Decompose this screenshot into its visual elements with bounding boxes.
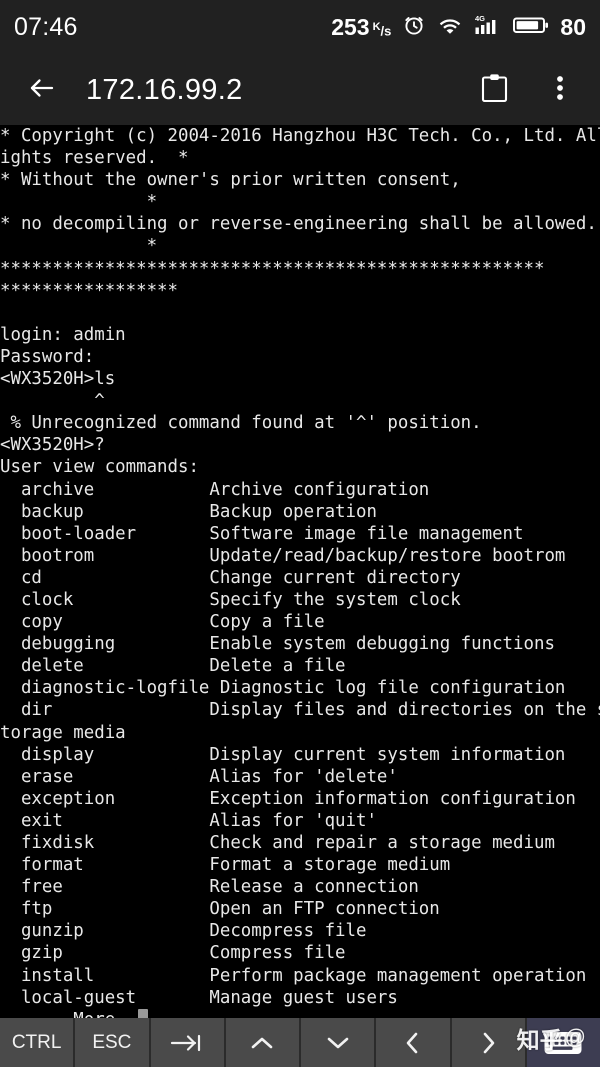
terminal-line: local-guest Manage guest users (0, 987, 398, 1008)
esc-key-label: ESC (92, 1031, 132, 1053)
terminal-line: exception Exception information configur… (0, 788, 576, 809)
arrow-left-key[interactable] (376, 1018, 450, 1067)
ctrl-key[interactable]: CTRL (0, 1018, 74, 1067)
terminal-line: * (0, 236, 158, 257)
network-rate-value: 253 (331, 14, 370, 40)
terminal-line: clock Specify the system clock (0, 589, 461, 610)
terminal-line: backup Backup operation (0, 501, 377, 522)
status-indicators: 253 K/s 4G 80 (331, 13, 586, 42)
overflow-menu-icon (556, 73, 564, 108)
terminal-line: dir Display files and directories on the… (0, 700, 600, 721)
terminal-line: gunzip Decompress file (0, 921, 367, 942)
status-clock: 07:46 (14, 13, 78, 41)
terminal-line: cd Change current directory (0, 567, 461, 588)
terminal-line: ^ (0, 391, 105, 412)
terminal-app-screen: 07:46 253 K/s 4G 80 172.16.99.2 * Copyri… (0, 0, 600, 1067)
app-bar: 172.16.99.2 (0, 55, 600, 125)
chevron-left-icon (401, 1030, 425, 1056)
signal-4g-icon: 4G (474, 13, 502, 42)
network-rate-unit-top: K (372, 20, 381, 33)
terminal-line: boot-loader Software image file manageme… (0, 523, 524, 544)
network-rate-indicator: 253 K/s (331, 14, 391, 41)
terminal-line: free Release a connection (0, 877, 419, 898)
key-toolbar: CTRL ESC (0, 1018, 600, 1067)
alarm-clock-icon (402, 13, 426, 42)
terminal-line: * (0, 192, 158, 213)
terminal-line: delete Delete a file (0, 656, 346, 677)
terminal-line: <WX3520H>? (0, 435, 105, 456)
terminal-output[interactable]: * Copyright (c) 2004-2016 Hangzhou H3C T… (0, 125, 600, 1067)
esc-key[interactable]: ESC (75, 1018, 149, 1067)
terminal-line: install Perform package management opera… (0, 965, 587, 986)
terminal-line: ****************************************… (0, 258, 545, 279)
arrow-right-key[interactable] (451, 1018, 525, 1067)
terminal-line: erase Alias for 'delete' (0, 766, 398, 787)
terminal-line: ftp Open an FTP connection (0, 899, 440, 920)
tab-arrow-icon (167, 1031, 207, 1055)
terminal-line: <WX3520H>ls (0, 369, 116, 390)
ctrl-key-label: CTRL (11, 1031, 62, 1053)
tab-key[interactable] (150, 1018, 224, 1067)
terminal-line: gzip Compress file (0, 943, 346, 964)
terminal-line: Password: (0, 346, 95, 367)
terminal-line: display Display current system informati… (0, 744, 566, 765)
chevron-down-icon (323, 1031, 353, 1055)
keyboard-icon (543, 1028, 583, 1058)
app-bar-actions (474, 68, 580, 112)
chevron-up-icon (247, 1031, 277, 1055)
battery-level-label: 80 (560, 14, 586, 40)
overflow-menu-button[interactable] (540, 68, 580, 112)
clipboard-icon (481, 73, 508, 108)
network-rate-unit-bottom: s (384, 23, 392, 38)
terminal-line: ***************** (0, 280, 178, 301)
status-bar: 07:46 253 K/s 4G 80 (0, 0, 600, 55)
terminal-line: ights reserved. * (0, 148, 189, 169)
terminal-line: bootrom Update/read/backup/restore bootr… (0, 545, 566, 566)
arrow-down-key[interactable] (301, 1018, 375, 1067)
terminal-line: User view commands: (0, 457, 199, 478)
terminal-line: diagnostic-logfile Diagnostic log file c… (0, 678, 566, 699)
arrow-up-key[interactable] (225, 1018, 299, 1067)
terminal-line: torage media (0, 722, 126, 743)
terminal-line: % Unrecognized command found at '^' posi… (0, 413, 482, 434)
clipboard-button[interactable] (474, 68, 514, 112)
back-arrow-icon (26, 72, 58, 109)
terminal-line: * Copyright (c) 2004-2016 Hangzhou H3C T… (0, 126, 600, 146)
terminal-line: exit Alias for 'quit' (0, 810, 377, 831)
terminal-line: format Format a storage medium (0, 855, 451, 876)
wifi-download-icon (437, 13, 463, 42)
terminal-line: * Without the owner's prior written cons… (0, 170, 461, 191)
network-rate-unit: K/s (372, 20, 392, 38)
terminal-line: fixdisk Check and repair a storage mediu… (0, 833, 555, 853)
back-button[interactable] (20, 68, 64, 112)
terminal-line: * no decompiling or reverse-engineering … (0, 214, 597, 235)
svg-text:4G: 4G (475, 14, 485, 23)
terminal-line: copy Copy a file (0, 612, 325, 633)
keyboard-key[interactable] (526, 1018, 600, 1067)
terminal-line: debugging Enable system debugging functi… (0, 634, 555, 655)
terminal-line: archive Archive configuration (0, 479, 430, 500)
chevron-right-icon (476, 1030, 500, 1056)
terminal-line: login: admin (0, 324, 126, 345)
page-title: 172.16.99.2 (86, 73, 243, 106)
battery-icon (513, 14, 549, 41)
